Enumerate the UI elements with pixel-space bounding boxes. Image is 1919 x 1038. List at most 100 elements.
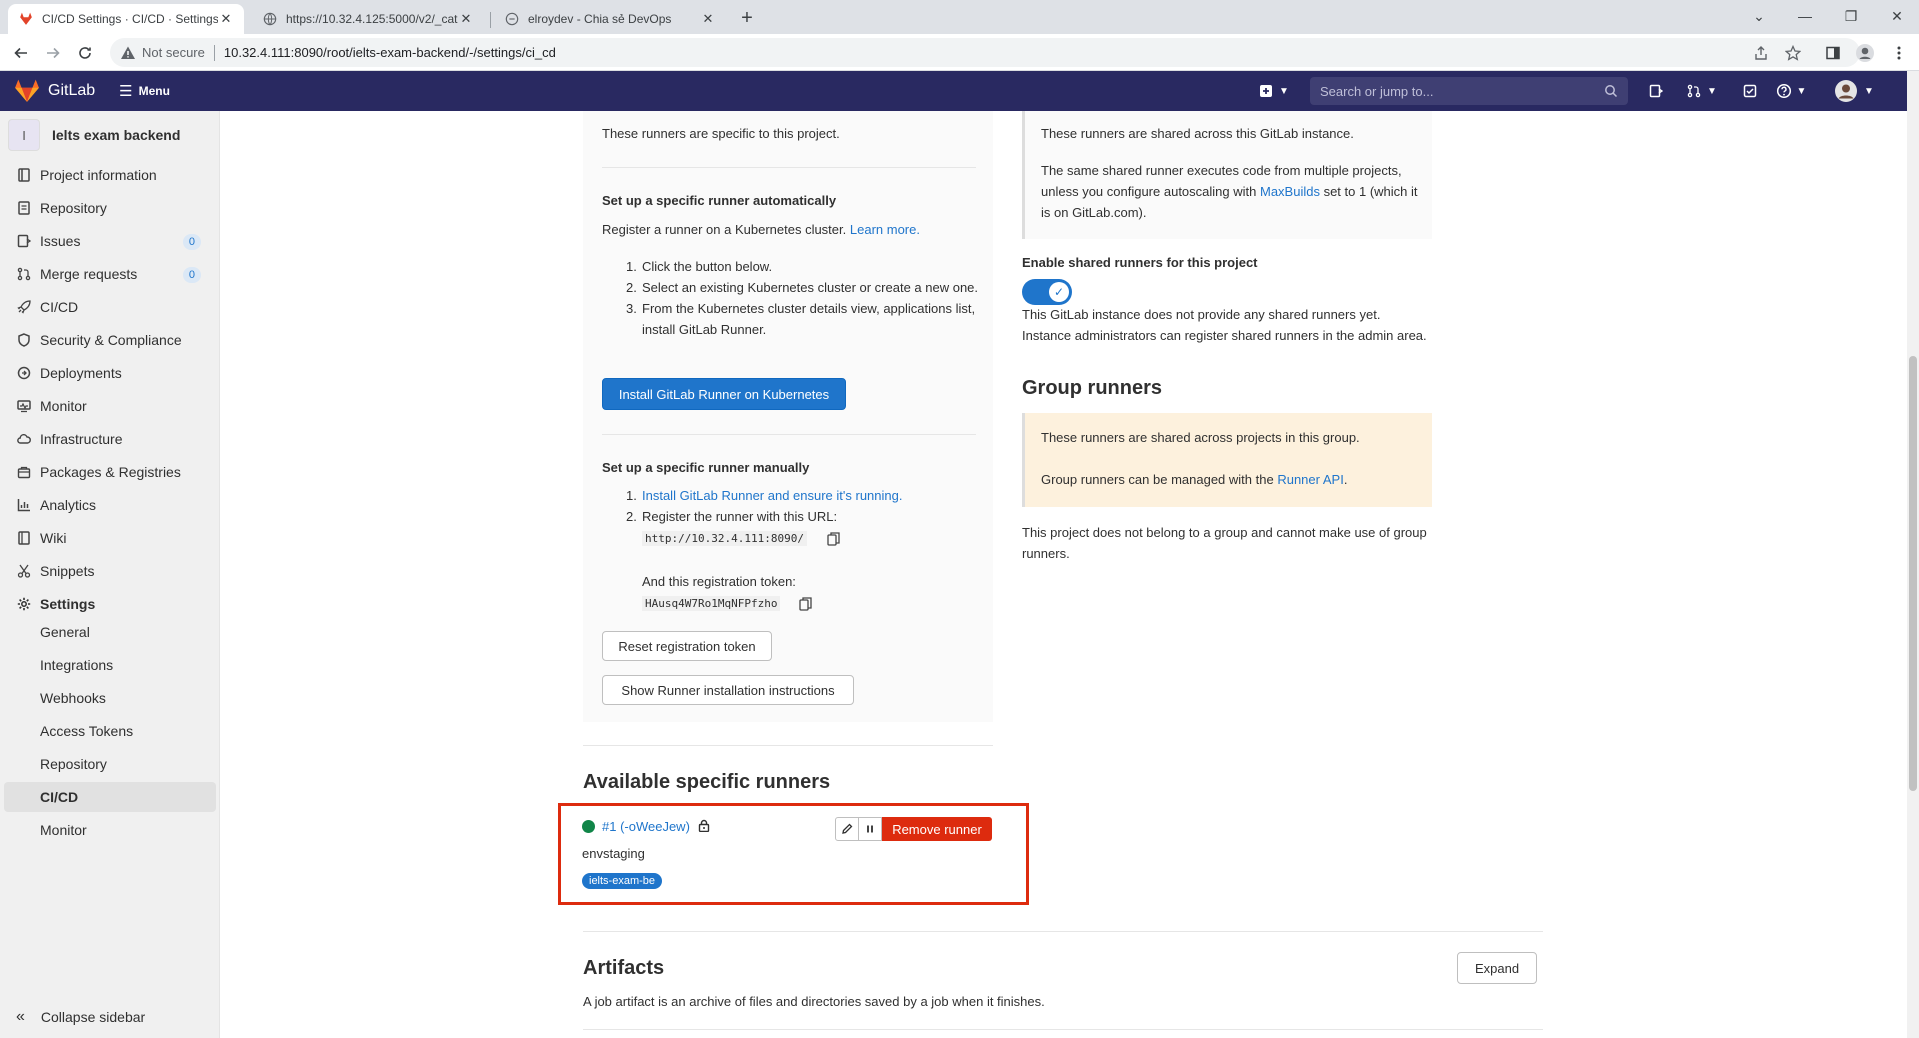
runner-api-link[interactable]: Runner API xyxy=(1277,472,1344,487)
monitor-icon xyxy=(16,398,32,414)
new-tab-button[interactable]: + xyxy=(734,6,760,32)
specific-runners-intro: These runners are specific to this proje… xyxy=(602,126,840,141)
expand-artifacts-button[interactable]: Expand xyxy=(1457,952,1537,984)
profile-icon[interactable] xyxy=(1852,40,1878,66)
project-name: Ielts exam backend xyxy=(52,127,181,143)
issues-count-badge: 0 xyxy=(182,234,201,250)
list-item: 2. Select an existing Kubernetes cluster … xyxy=(626,280,979,295)
bookmark-star-icon[interactable] xyxy=(1780,40,1806,66)
runner-link[interactable]: #1 (-oWeeJew) xyxy=(602,819,690,834)
merge-requests-nav-icon[interactable]: ▼ xyxy=(1684,79,1720,103)
sidebar-sub-monitor[interactable]: Monitor xyxy=(4,815,216,845)
reset-registration-token-button[interactable]: Reset registration token xyxy=(602,631,772,661)
forward-arrow-icon[interactable] xyxy=(40,40,66,66)
package-icon xyxy=(16,464,32,480)
artifacts-title: Artifacts xyxy=(583,957,665,979)
sidebar-item-monitor[interactable]: Monitor xyxy=(0,391,219,421)
sidebar-item-analytics[interactable]: Analytics xyxy=(0,490,219,520)
install-runner-link[interactable]: Install GitLab Runner and ensure it's ru… xyxy=(642,488,902,503)
tab-search-chevron-icon[interactable]: ⌄ xyxy=(1736,0,1782,32)
sidebar-item-settings[interactable]: Settings xyxy=(0,589,219,619)
browser-tab-bar: CI/CD Settings · CI/CD · Settings ✕ http… xyxy=(0,0,1919,34)
menu-button[interactable]: ☰ Menu xyxy=(119,82,170,100)
sidebar-item-merge-requests[interactable]: Merge requests 0 xyxy=(0,259,219,289)
issues-nav-icon[interactable] xyxy=(1644,79,1668,103)
sidebar-sub-webhooks[interactable]: Webhooks xyxy=(4,683,216,713)
lock-icon xyxy=(698,819,709,833)
double-chevron-left-icon: « xyxy=(16,1008,25,1025)
side-panel-icon[interactable] xyxy=(1820,40,1846,66)
search-icon xyxy=(1605,85,1618,98)
browser-tab-registry[interactable]: https://10.32.4.125:5000/v2/_cata ✕ xyxy=(252,4,484,34)
divider xyxy=(583,931,1543,932)
sidebar-sub-cicd[interactable]: CI/CD xyxy=(4,782,216,812)
scrollbar-thumb[interactable] xyxy=(1909,356,1917,791)
sidebar-sub-access-tokens[interactable]: Access Tokens xyxy=(4,716,216,746)
maxbuilds-link[interactable]: MaxBuilds xyxy=(1260,184,1320,199)
collapse-sidebar-button[interactable]: « Collapse sidebar xyxy=(16,1002,145,1032)
help-dropdown[interactable]: ▼ xyxy=(1772,79,1810,103)
enable-shared-runners-toggle[interactable]: ✓ xyxy=(1022,279,1072,305)
gitlab-logo[interactable]: GitLab xyxy=(14,79,95,103)
manual-setup-title: Set up a specific runner manually xyxy=(602,460,810,475)
sidebar-sub-integrations[interactable]: Integrations xyxy=(4,650,216,680)
shared-runners-description: The same shared runner executes code fro… xyxy=(1041,163,1418,220)
close-window-icon[interactable]: ✕ xyxy=(1874,0,1919,32)
page-scrollbar[interactable] xyxy=(1907,71,1919,1038)
chevron-down-icon: ▼ xyxy=(1864,85,1874,97)
security-indicator[interactable]: Not secure xyxy=(110,45,205,61)
edit-runner-button[interactable] xyxy=(835,817,859,841)
url-text[interactable]: 10.32.4.111:8090/root/ielts-exam-backend… xyxy=(224,45,556,60)
scissors-icon xyxy=(16,563,32,579)
shield-icon xyxy=(16,332,32,348)
divider xyxy=(583,745,993,746)
sidebar-item-security-compliance[interactable]: Security & Compliance xyxy=(0,325,219,355)
sidebar-item-deployments[interactable]: Deployments xyxy=(0,358,219,388)
manual-setup-steps: 1. Install GitLab Runner and ensure it's … xyxy=(626,485,986,527)
browser-menu-icon[interactable] xyxy=(1886,40,1912,66)
project-header[interactable]: I Ielts exam backend xyxy=(8,119,180,151)
artifacts-description: A job artifact is an archive of files an… xyxy=(583,994,1045,1009)
sidebar-item-snippets[interactable]: Snippets xyxy=(0,556,219,586)
sidebar-item-repository[interactable]: Repository xyxy=(0,193,219,223)
copy-url-icon[interactable] xyxy=(827,532,841,546)
user-menu[interactable]: ▼ xyxy=(1832,79,1876,103)
tab-divider xyxy=(490,12,491,28)
browser-tab-elroydev[interactable]: elroydev - Chia sẻ DevOps ✕ xyxy=(494,4,726,34)
browser-tab-cicd-settings[interactable]: CI/CD Settings · CI/CD · Settings ✕ xyxy=(8,4,244,34)
chevron-down-icon: ▼ xyxy=(1796,85,1807,97)
address-bar[interactable]: Not secure 10.32.4.111:8090/root/ielts-e… xyxy=(110,38,1860,67)
show-runner-instructions-button[interactable]: Show Runner installation instructions xyxy=(602,675,854,705)
sidebar-item-wiki[interactable]: Wiki xyxy=(0,523,219,553)
list-item: 2. Register the runner with this URL: xyxy=(626,509,838,524)
search-input[interactable]: Search or jump to... xyxy=(1310,77,1628,105)
close-tab-icon[interactable]: ✕ xyxy=(458,11,474,27)
restore-icon[interactable]: ❐ xyxy=(1828,0,1874,32)
sidebar-item-project-information[interactable]: Project information xyxy=(0,160,219,190)
install-runner-kubernetes-button[interactable]: Install GitLab Runner on Kubernetes xyxy=(602,378,846,410)
learn-more-link[interactable]: Learn more. xyxy=(850,222,920,237)
back-arrow-icon[interactable] xyxy=(8,40,34,66)
address-divider xyxy=(213,44,215,61)
copy-token-icon[interactable] xyxy=(799,597,813,611)
sidebar-sub-repository[interactable]: Repository xyxy=(4,749,216,779)
project-sidebar: I Ielts exam backend Project information… xyxy=(0,111,220,1038)
minimize-icon[interactable]: — xyxy=(1782,0,1828,32)
remove-runner-button[interactable]: Remove runner xyxy=(882,817,992,841)
sidebar-item-infrastructure[interactable]: Infrastructure xyxy=(0,424,219,454)
reload-icon[interactable] xyxy=(72,40,98,66)
pause-runner-button[interactable] xyxy=(858,817,882,841)
group-runners-note-1: These runners are shared across projects… xyxy=(1041,430,1360,445)
sidebar-sub-general[interactable]: General xyxy=(4,617,216,647)
sidebar-item-packages-registries[interactable]: Packages & Registries xyxy=(0,457,219,487)
close-tab-icon[interactable]: ✕ xyxy=(700,11,716,27)
close-tab-icon[interactable]: ✕ xyxy=(218,11,234,27)
chevron-down-icon: ▼ xyxy=(1279,85,1289,97)
available-runners-title: Available specific runners xyxy=(583,771,831,793)
share-icon[interactable] xyxy=(1748,40,1774,66)
todo-icon[interactable] xyxy=(1738,79,1762,103)
sidebar-item-issues[interactable]: Issues 0 xyxy=(0,226,219,256)
sidebar-item-cicd[interactable]: CI/CD xyxy=(0,292,219,322)
new-item-dropdown[interactable]: ▼ xyxy=(1254,79,1294,103)
runner-description: envstaging xyxy=(582,846,645,861)
